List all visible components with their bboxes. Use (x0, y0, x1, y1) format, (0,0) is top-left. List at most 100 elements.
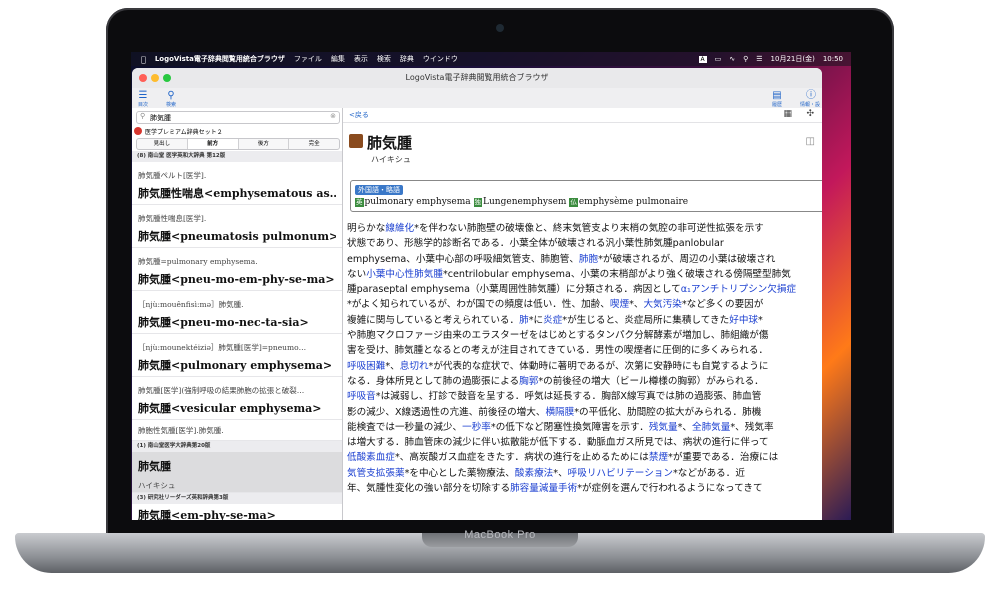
cross-reference-link[interactable]: 息切れ (400, 361, 429, 372)
title-bar: LogoVista電子辞典閲覧用統合ブラウザ (132, 68, 822, 89)
clock-date[interactable]: 10月21日(金) (771, 54, 815, 64)
article-line: 年、気腫性変化の強い部分を切除する肺容量減量手術*が症例を選んで行われるようにな… (347, 481, 821, 496)
list-item[interactable]: 肺気腫=pulmonary emphysema. 肺気腫<pneu-mo-em-p… (132, 248, 342, 291)
article-text: *が破壊されるが、周辺の小葉は破壊され (598, 253, 776, 265)
menu-app[interactable]: LogoVista電子辞典閲覧用統合ブラウザ (155, 54, 285, 64)
cross-reference-link[interactable]: 炎症 (543, 315, 562, 326)
search-input[interactable]: 肺気腫 (150, 113, 171, 123)
article-text: 腫paraseptal emphysema（小葉周囲性肺気腫）に分類される．病因… (347, 284, 681, 296)
cross-reference-link[interactable]: α₁アンチトリプシン欠損症 (681, 284, 796, 295)
cross-reference-link[interactable]: 低酸素血症 (347, 452, 395, 463)
menu-file[interactable]: ファイル (294, 54, 322, 64)
mode-headword[interactable]: 見出し (137, 139, 188, 149)
entry-main: 肺気腫<pneumatosis pulmonum> (138, 230, 336, 243)
cross-reference-link[interactable]: 全肺気量 (692, 422, 730, 433)
menu-dictionary[interactable]: 辞典 (400, 54, 414, 64)
cross-reference-link[interactable]: 大気汚染 (643, 299, 681, 310)
article-text: *が症例を選んで行われるようになってきて (577, 483, 763, 495)
menu-view[interactable]: 表示 (354, 54, 368, 64)
article-line: 呼吸音*は減弱し、打診で鼓音を呈する．呼気は延長する．胸部X線写真では肺の過膨張… (347, 389, 821, 404)
article-text: *の低下など閉塞性換気障害を示す． (490, 421, 649, 433)
lang-badge: 英 (355, 198, 364, 207)
article-line: 気管支拡張薬*を中心とした薬物療法、酸素療法*、呼吸リハビリテーション*などがあ… (347, 466, 821, 481)
menu-edit[interactable]: 編集 (331, 54, 345, 64)
search-icon[interactable]: ⚲ (743, 55, 748, 63)
back-button[interactable]: <戻る (349, 110, 369, 120)
cross-reference-link[interactable]: 小葉中心性肺気腫 (366, 269, 443, 280)
book-open-icon[interactable]: ◫ (806, 136, 815, 147)
article-text: * (758, 314, 763, 326)
cross-reference-link[interactable]: 肺胞 (579, 254, 598, 265)
article-text: *、 (677, 421, 692, 433)
article-text: *、高炭酸ガス血症をきたす．病状の進行を止めるためには (394, 452, 649, 464)
article-text: *などがある．近 (673, 467, 745, 479)
foreign-terms-line: 英 pulmonary emphysema 独 Lungenemphysem 仏 em… (355, 197, 688, 207)
entry-sub: 肺気腫ペルト[医学]. (138, 171, 207, 180)
article-line: 状態であり、形態学的診断名である．小葉全体が破壊される汎小葉性肺気腫panlob… (347, 236, 821, 251)
list-icon: ☰ (138, 90, 148, 101)
cross-reference-link[interactable]: 呼吸困難 (347, 361, 385, 372)
headword-block: 肺気腫 ハイキシュ ◫ (349, 128, 819, 166)
entry-main: 肺気腫<pulmonary emphysema> (138, 359, 333, 372)
entry-main: 肺気腫性喘息<emphysematous as… (138, 187, 336, 200)
article-text: *の前後径の増大（ビール樽様の胸郭）がみられる． (538, 375, 764, 387)
list-item[interactable]: 肺気腫ペルト[医学]. 肺気腫性喘息<emphysematous as… (132, 162, 342, 205)
cross-reference-link[interactable]: 横隔膜 (545, 407, 574, 418)
cross-reference-link[interactable]: 残気量 (649, 422, 678, 433)
search-button[interactable]: ⚲ 検索 (166, 90, 176, 108)
cross-reference-link[interactable]: 線維化 (385, 223, 414, 234)
cross-reference-link[interactable]: 喫煙 (610, 299, 629, 310)
history-button[interactable]: ▤ 履歴 (772, 90, 782, 108)
clock-time[interactable]: 10:50 (823, 55, 843, 63)
list-item[interactable]: 肺気腫性喘息[医学]. 肺気腫<pneumatosis pulmonum> (132, 205, 342, 248)
article-line: *がよく知られているが、わが国での頻度は低い．性、加齢、喫煙*、大気汚染*など多… (347, 297, 821, 312)
article-text: は増大する．肺血管床の減少に伴い拡散能が低下する．動脈血ガス所見では、病状の進行… (347, 437, 769, 449)
article-text: *を中心とした薬物療法、 (404, 467, 515, 479)
cross-reference-link[interactable]: 酸素療法 (515, 468, 553, 479)
list-item[interactable]: ［njù:mounektéiziə］肺気腫[医学]=pneumo… 肺気腫<pul… (132, 334, 342, 377)
article-text: や肺胞マクロファージ由来のエラスターゼをはじめとするタンパク分解酵素が増加し、肺… (347, 330, 769, 342)
list-item[interactable]: 肺胞性気腫[医学].肺気腫. (132, 420, 342, 441)
navigate-icon[interactable]: ✣ (806, 109, 814, 119)
mode-suffix[interactable]: 後方 (239, 139, 290, 149)
input-method-icon[interactable]: A (698, 55, 707, 63)
menu-search[interactable]: 検索 (377, 54, 391, 64)
menu-window[interactable]: ウインドウ (423, 54, 458, 64)
contents-button[interactable]: ☰ 目次 (138, 90, 148, 108)
cross-reference-link[interactable]: 肺容量減量手術 (510, 483, 577, 494)
cross-reference-link[interactable]: 肺 (519, 315, 529, 326)
mode-prefix[interactable]: 前方 (187, 139, 239, 149)
dictionary-set-icon (134, 127, 142, 135)
search-field[interactable]: ⚲ 肺気腫 ⊗ (136, 111, 340, 124)
device-label: MacBook Pro (464, 529, 536, 541)
article-line: 影の減少、X線透過性の亢進、前後径の増大、横隔膜*の平低化、肋間腔の拡大がみられ… (347, 405, 821, 420)
article-text: *、 (385, 360, 400, 372)
list-item[interactable]: 肺気腫[医学](強制呼吸の結果肺胞の拡張と破裂… 肺気腫<vesicular em… (132, 377, 342, 420)
article-line: 能検査では一秒量の減少、一秒率*の低下など閉塞性換気障害を示す．残気量*、全肺気… (347, 420, 821, 435)
list-item-selected[interactable]: 肺気腫 ハイキシュ (132, 452, 342, 493)
cross-reference-link[interactable]: 呼吸音 (347, 391, 376, 402)
mode-exact[interactable]: 完全 (289, 139, 339, 149)
cross-reference-link[interactable]: 一秒率 (462, 422, 491, 433)
cross-reference-link[interactable]: 禁煙 (649, 452, 668, 463)
cross-reference-link[interactable]: 気管支拡張薬 (347, 468, 405, 479)
dictionary-set-selector[interactable]: 医学プレミアム辞典セット２ (134, 126, 340, 136)
cross-reference-link[interactable]: 胸郭 (519, 376, 538, 387)
apple-icon[interactable]:  (141, 55, 146, 64)
list-item[interactable]: 肺気腫<em-phy-se-ma> (132, 504, 342, 520)
wifi-icon[interactable]: ∿ (729, 55, 735, 63)
clear-icon[interactable]: ⊗ (330, 112, 336, 120)
app-window: LogoVista電子辞典閲覧用統合ブラウザ ☰ 目次 ⚲ 検索 ▤ 履歴 ⓘ … (132, 68, 822, 520)
print-icon[interactable]: ▦ (783, 109, 792, 119)
article-line: emphysema、小葉中心部の呼吸細気管支、肺胞管、肺胞*が破壊されるが、周辺… (347, 252, 821, 267)
article-line: 複雑に関与していると考えられている．肺*に炎症*が生じると、炎症局所に集積してき… (347, 313, 821, 328)
cross-reference-link[interactable]: 好中球 (729, 315, 758, 326)
battery-icon[interactable]: ▭ (715, 55, 722, 63)
article-text: *、残気率 (730, 421, 774, 433)
control-center-icon[interactable]: ☰ (756, 55, 762, 63)
list-item[interactable]: ［njù:mouênfisì:mə］肺気腫. 肺気腫<pneu-mo-nec-ta… (132, 291, 342, 334)
window-title: LogoVista電子辞典閲覧用統合ブラウザ (405, 73, 549, 82)
cross-reference-link[interactable]: 呼吸リハビリテーション (568, 468, 673, 479)
article-text: *など多くの要因が (681, 299, 764, 311)
entry-main: 肺気腫<vesicular emphysema> (138, 402, 322, 415)
